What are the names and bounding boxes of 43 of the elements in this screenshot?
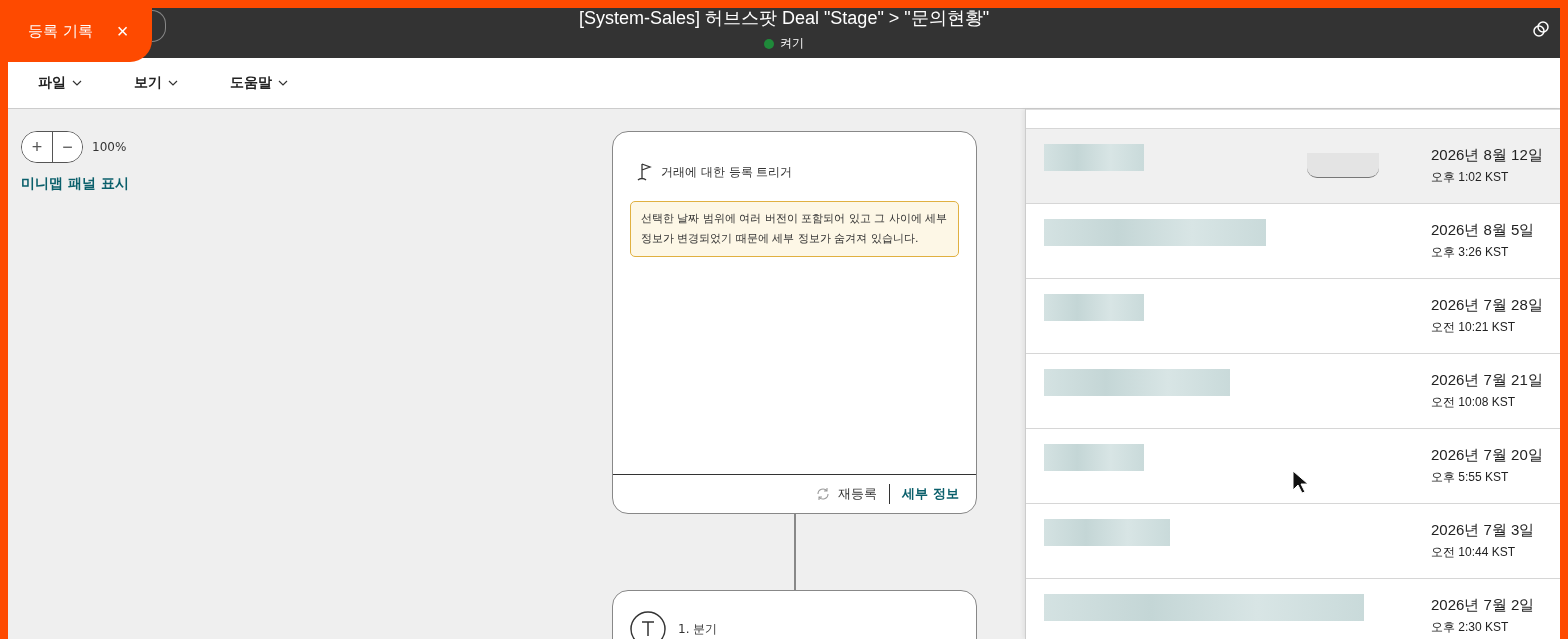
history-row[interactable]: 2026년 7월 3일 오전 10:44 KST xyxy=(1026,503,1560,578)
history-tab-label: 등록 기록 xyxy=(28,21,93,41)
menu-item[interactable]: 보기 xyxy=(126,68,186,98)
caret-icon xyxy=(278,80,288,86)
link-icon[interactable] xyxy=(1532,20,1550,38)
history-date: 2026년 8월 12일 xyxy=(1431,146,1544,165)
history-row[interactable]: 2026년 8월 5일 오후 3:26 KST xyxy=(1026,203,1560,278)
history-date: 2026년 7월 2일 xyxy=(1431,596,1536,615)
history-date: 2026년 8월 5일 xyxy=(1431,221,1536,240)
history-time: 오후 3:26 KST xyxy=(1431,244,1510,261)
card-title: 거래에 대한 등록 트리거 xyxy=(661,163,793,181)
zoom-out-button[interactable]: − xyxy=(52,132,82,162)
refresh-icon xyxy=(816,487,831,501)
history-time: 오전 10:44 KST xyxy=(1431,544,1517,561)
history-row[interactable]: 2026년 7월 20일 오후 5:55 KST xyxy=(1026,428,1560,503)
flag-icon xyxy=(637,162,653,182)
menu-item[interactable]: 도움말 xyxy=(222,68,296,98)
history-date: 2026년 7월 20일 xyxy=(1431,446,1544,465)
history-time: 오후 5:55 KST xyxy=(1431,469,1510,486)
reenroll-button[interactable]: 재등록 xyxy=(816,485,878,503)
branch-icon xyxy=(630,611,666,639)
history-date: 2026년 7월 3일 xyxy=(1431,521,1536,540)
zoom-level: 100% xyxy=(92,140,127,154)
card-title: 1. 분기 xyxy=(678,620,718,638)
history-date: 2026년 7월 21일 xyxy=(1431,371,1544,390)
history-time: 오후 2:30 KST xyxy=(1431,619,1510,636)
history-date: 2026년 7월 28일 xyxy=(1431,296,1544,315)
status-label: 켜기 xyxy=(780,35,804,52)
window-title: [System-Sales] 허브스팟 Deal "Stage" > "문의현황" xyxy=(578,8,990,28)
history-row[interactable]: 2026년 7월 2일 오후 2:30 KST xyxy=(1026,578,1560,639)
history-row[interactable]: 2026년 8월 12일 오후 1:02 KST xyxy=(1026,128,1560,203)
caret-icon xyxy=(168,80,178,86)
menu-item[interactable]: 파일 xyxy=(30,68,90,98)
caret-icon xyxy=(72,80,82,86)
history-row[interactable]: 2026년 7월 21일 오전 10:08 KST xyxy=(1026,353,1560,428)
history-time: 오후 1:02 KST xyxy=(1431,169,1510,186)
minimap-link[interactable]: 미니맵 패널 표시 xyxy=(21,175,129,193)
history-time: 오전 10:21 KST xyxy=(1431,319,1517,336)
history-row[interactable]: 2026년 7월 28일 오전 10:21 KST xyxy=(1026,278,1560,353)
warning-message: 선택한 날짜 범위에 여러 버전이 포함되어 있고 그 사이에 세부 정보가 변경되었기 때문에 세부 정보가 숨겨져 있습니다. xyxy=(630,201,959,257)
cursor-icon xyxy=(1292,470,1308,494)
details-link[interactable]: 세부 정보 xyxy=(902,485,959,503)
history-time: 오전 10:08 KST xyxy=(1431,394,1517,411)
